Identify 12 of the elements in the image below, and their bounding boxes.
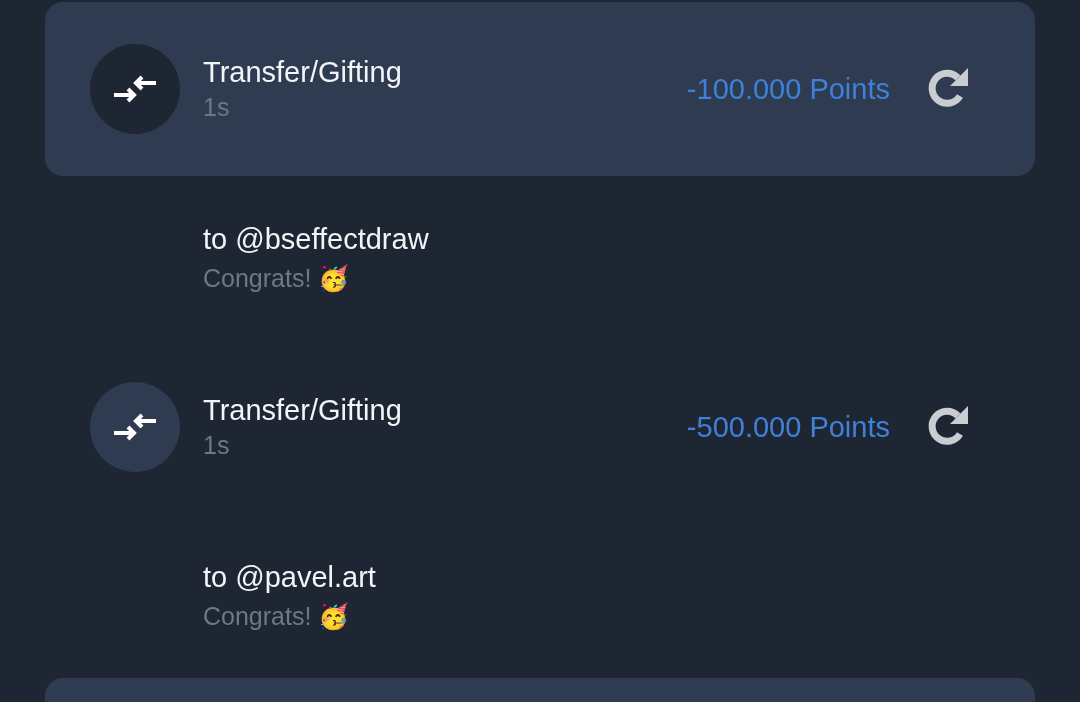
recipient-text: to @bseffectdraw bbox=[203, 223, 430, 256]
transaction-row[interactable]: Transfer/Gifting 1s -100.000 Points bbox=[45, 2, 1035, 176]
transaction-time: 1s bbox=[203, 431, 231, 460]
message-text: Congrats! 🥳 bbox=[203, 264, 351, 293]
transaction-title: Transfer/Gifting bbox=[203, 394, 403, 427]
points-amount: -100.000 Points bbox=[686, 72, 890, 106]
points-amount: -500.000 Points bbox=[686, 410, 890, 444]
message-text: Congrats! 🥳 bbox=[203, 602, 351, 631]
transaction-title: Transfer/Gifting bbox=[203, 56, 403, 89]
transaction-row[interactable]: Transfer/Gifting 1s -500.000 Points bbox=[45, 340, 1035, 514]
recipient-text: to @pavel.art bbox=[203, 561, 377, 594]
transaction-time: 1s bbox=[203, 93, 231, 122]
